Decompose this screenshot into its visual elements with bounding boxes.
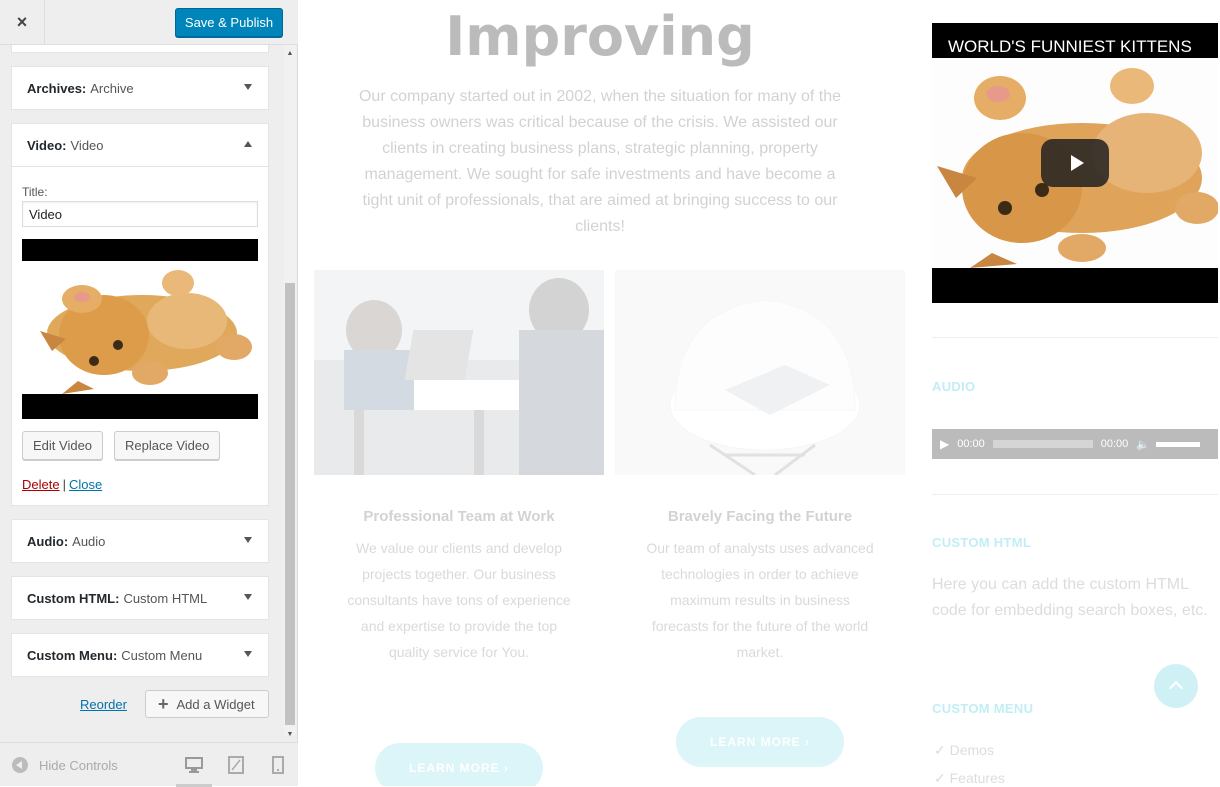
hero-text: Our company started out in 2002, when th… <box>358 88 842 235</box>
card-text: We value our clients and develop project… <box>347 540 571 660</box>
customizer-header: × Save & Publish <box>0 0 298 45</box>
add-widget-label: Add a Widget <box>176 696 255 712</box>
hero-title: Improving <box>445 5 755 68</box>
video-title: WORLD'S FUNNIEST KITTENS <box>948 37 1192 56</box>
widget-header[interactable]: Custom HTML: Custom HTML <box>12 577 268 619</box>
site-preview: Improving Our company started out in 200… <box>298 0 1220 786</box>
widget-controls: Delete | Close <box>22 477 258 505</box>
widget-custom-html[interactable]: Custom HTML: Custom HTML <box>11 576 269 620</box>
tablet-preview-icon[interactable] <box>226 755 246 775</box>
audio-player[interactable]: ▶ 00:00 00:00 🔈 <box>932 429 1218 459</box>
widget-title: Custom HTML <box>123 590 208 606</box>
widget-title: Custom Menu <box>121 647 203 663</box>
widget-type: Video: <box>27 137 67 153</box>
title-input[interactable] <box>22 201 258 227</box>
customizer-panel: × Save & Publish Archives: Archive Video… <box>0 0 298 787</box>
audio-heading: AUDIO <box>932 379 976 394</box>
learn-more-button[interactable]: LEARN MORE › <box>676 717 844 767</box>
youtube-player[interactable]: WORLD'S FUNNIEST KITTENS <box>932 23 1218 303</box>
custom-html-text: Here you can add the custom HTML code fo… <box>932 576 1208 619</box>
scrollbar-thumb[interactable] <box>285 283 295 725</box>
customizer-footer: Hide Controls <box>0 742 298 787</box>
volume-slider[interactable] <box>1156 441 1200 447</box>
mobile-preview-icon[interactable] <box>268 755 288 775</box>
replace-video-button[interactable]: Replace Video <box>114 431 221 460</box>
menu-item[interactable]: ✓ Demos <box>934 742 994 759</box>
desktop-preview-icon[interactable] <box>176 755 212 787</box>
widget-header[interactable]: Video: Video <box>12 124 268 166</box>
reorder-link[interactable]: Reorder <box>80 697 127 712</box>
save-publish-button[interactable]: Save & Publish <box>175 8 283 37</box>
custom-menu-heading: CUSTOM MENU <box>932 701 1034 716</box>
widget-type: Custom Menu: <box>27 647 118 663</box>
widget-title: Audio <box>72 533 106 549</box>
card-image-team <box>314 270 604 475</box>
hide-controls-button[interactable]: Hide Controls <box>12 757 118 773</box>
audio-current-time: 00:00 <box>957 438 985 450</box>
delete-link[interactable]: Delete <box>22 477 60 492</box>
widgets-list: Archives: Archive Video: Video Title: Vi… <box>0 45 298 742</box>
play-icon[interactable]: ▶ <box>940 437 949 451</box>
divider <box>932 337 1218 338</box>
volume-icon[interactable]: 🔈 <box>1136 438 1150 451</box>
caret-down-icon[interactable] <box>244 651 252 657</box>
widget-title: Video <box>70 137 104 153</box>
video-thumbnail <box>22 239 258 419</box>
widget-header[interactable]: Archives: Archive <box>12 67 268 109</box>
plus-icon: + <box>158 693 169 714</box>
close-link[interactable]: Close <box>69 477 102 492</box>
widget-header[interactable]: Custom Menu: Custom Menu <box>12 634 268 676</box>
card-title: Bravely Facing the Future <box>667 508 853 525</box>
caret-up-icon[interactable] <box>244 141 252 147</box>
widget-audio[interactable]: Audio: Audio <box>11 519 269 563</box>
caret-down-icon[interactable] <box>244 84 252 90</box>
widget-header[interactable]: Audio: Audio <box>12 520 268 562</box>
edit-video-button[interactable]: Edit Video <box>22 431 104 460</box>
back-to-top-button[interactable] <box>1154 664 1198 708</box>
widget-custom-menu[interactable]: Custom Menu: Custom Menu <box>11 633 269 677</box>
custom-html-heading: CUSTOM HTML <box>932 535 1032 550</box>
divider <box>932 494 1218 495</box>
caret-down-icon[interactable] <box>244 537 252 543</box>
learn-more-button[interactable]: LEARN MORE › <box>375 743 543 786</box>
hide-controls-label: Hide Controls <box>39 757 118 773</box>
link-separator: | <box>62 477 66 492</box>
kitten-image <box>22 261 258 394</box>
audio-progress-bar[interactable] <box>992 440 1093 448</box>
menu-item[interactable]: ✓ Features <box>934 770 1005 786</box>
video-widget-form: Title: Video Edit Video Replace Video De… <box>12 166 268 505</box>
card-title: Professional Team at Work <box>363 508 555 525</box>
scroll-down-icon[interactable]: ▼ <box>284 728 296 740</box>
caret-down-icon[interactable] <box>244 594 252 600</box>
scroll-up-icon[interactable]: ▲ <box>284 47 296 59</box>
close-icon[interactable]: × <box>0 0 45 45</box>
collapse-icon <box>12 757 28 773</box>
widget-type: Archives: <box>27 80 87 96</box>
widget-partial <box>11 45 269 53</box>
widget-video[interactable]: Video: Video Title: Video Edit Video Rep… <box>11 123 269 506</box>
card-text: Our team of analysts uses advanced techn… <box>646 540 874 660</box>
play-icon[interactable] <box>1041 139 1109 187</box>
title-label: Title: <box>22 185 48 199</box>
widget-archives[interactable]: Archives: Archive <box>11 66 269 110</box>
widget-type: Custom HTML: <box>27 590 120 606</box>
widget-title: Archive <box>90 80 134 96</box>
widget-type: Audio: <box>27 533 69 549</box>
audio-duration: 00:00 <box>1100 438 1129 450</box>
card-image-chair <box>615 270 905 475</box>
add-widget-button[interactable]: + Add a Widget <box>145 690 269 718</box>
